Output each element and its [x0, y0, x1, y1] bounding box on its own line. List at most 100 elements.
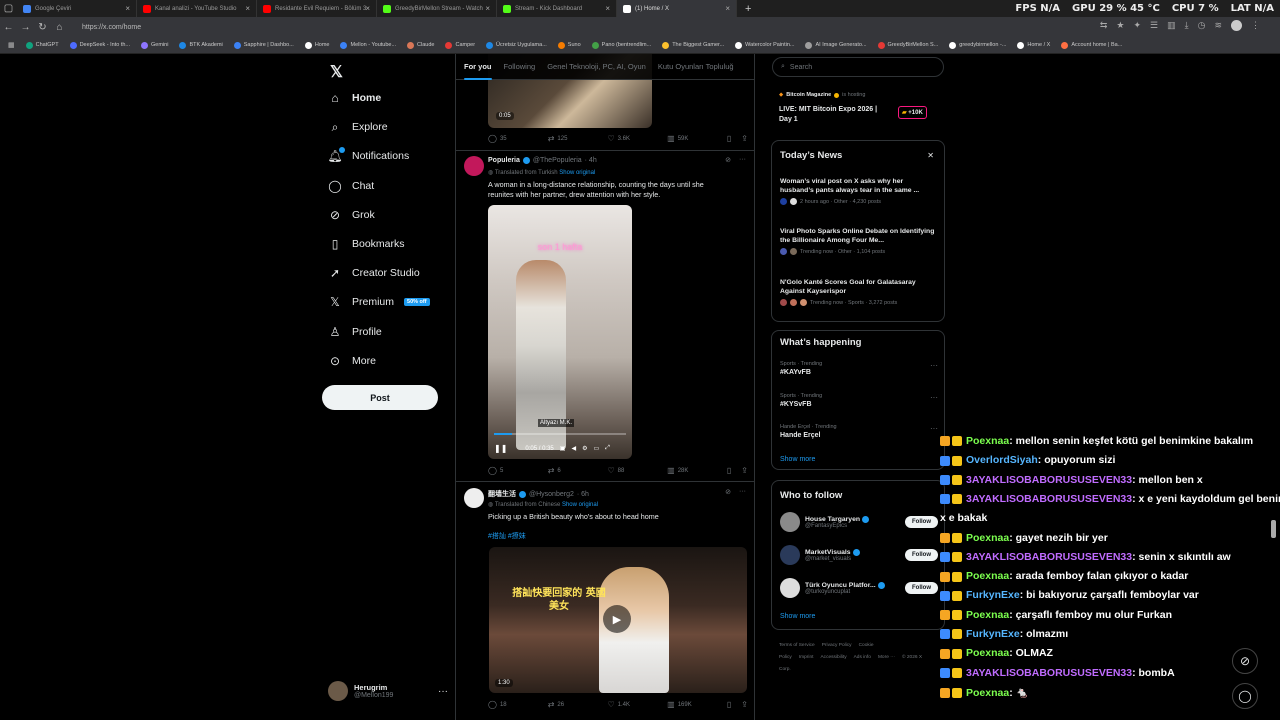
apps-icon[interactable]: ▦: [8, 41, 15, 49]
browser-tab[interactable]: Kanal analizi - YouTube Studio ×: [137, 0, 257, 17]
nav-item-explore[interactable]: ⌕ Explore: [328, 120, 388, 134]
repost-button[interactable]: ⇄ 6: [548, 466, 608, 475]
bookmark-item[interactable]: Ücretsiz Uygulama...: [486, 41, 547, 49]
bookmark-item[interactable]: Claude: [407, 41, 434, 49]
live-space-card[interactable]: ◆ Bitcoin Magazine is hosting LIVE: MIT …: [771, 86, 945, 132]
chat-username[interactable]: Poexnaa: [966, 570, 1009, 582]
more-icon[interactable]: ···: [930, 393, 938, 402]
news-item[interactable]: Woman’s viral post on X asks why her hus…: [780, 177, 938, 205]
post-button[interactable]: Post: [322, 385, 438, 410]
nav-item-premium[interactable]: 𝕏 Premium 50% off: [328, 295, 430, 309]
chat-username[interactable]: 3AYAKLISOBABORUSUSEVEN33: [966, 551, 1132, 563]
trend-item[interactable]: Sports · Trending #KYSvFB ···: [780, 393, 938, 408]
chat-username[interactable]: 3AYAKLISOBABORUSUSEVEN33: [966, 493, 1132, 505]
close-icon[interactable]: ✕: [927, 151, 934, 160]
author-handle[interactable]: @Hysonberg2: [529, 491, 574, 498]
grok-icon[interactable]: ⊘: [725, 156, 731, 164]
pause-icon[interactable]: ❚❚: [494, 444, 507, 453]
chat-username[interactable]: Poexnaa: [966, 687, 1009, 699]
bookmark-item[interactable]: Account home | Ba...: [1061, 41, 1122, 49]
views-button[interactable]: ▥ 59K: [667, 134, 727, 143]
chat-username[interactable]: 3AYAKLISOBABORUSUSEVEN33: [966, 474, 1132, 486]
bookmark-item[interactable]: Sapphire | Dashbo...: [233, 41, 294, 49]
nav-item-home[interactable]: ⌂ Home: [328, 91, 381, 105]
chat-username[interactable]: Poexnaa: [966, 647, 1009, 659]
back-icon[interactable]: ←: [0, 22, 17, 33]
browser-tab[interactable]: Google Çeviri ×: [17, 0, 137, 17]
feed-tab[interactable]: Genel Teknoloji, PC, AI, Oyun: [547, 62, 646, 71]
live-listener-count[interactable]: ▰ +10K: [898, 106, 927, 119]
repost-button[interactable]: ⇄ 26: [548, 700, 608, 709]
like-button[interactable]: ♡ 1.4K: [607, 700, 667, 709]
wifi-icon[interactable]: ≋: [1214, 20, 1222, 31]
captions-icon[interactable]: ▣: [560, 445, 566, 452]
bookmark-item[interactable]: The Biggest Gamer...: [662, 41, 724, 49]
share-icon[interactable]: ⇪: [741, 466, 748, 475]
volume-icon[interactable]: ◀: [571, 445, 576, 452]
nav-item-creator-studio[interactable]: ➚ Creator Studio: [328, 266, 420, 280]
chat-username[interactable]: Poexnaa: [966, 609, 1009, 621]
sidebar-icon[interactable]: ▥: [1167, 20, 1176, 31]
footer-link[interactable]: Privacy Policy: [822, 643, 852, 648]
video-progress[interactable]: [494, 433, 626, 435]
settings-icon[interactable]: ⚙: [582, 445, 587, 452]
footer-link[interactable]: Terms of Service: [779, 643, 815, 648]
follow-button[interactable]: Follow: [905, 582, 938, 594]
follow-button[interactable]: Follow: [905, 549, 938, 561]
feed-tab[interactable]: Following: [504, 62, 536, 71]
chat-username[interactable]: OverlordSiyah: [966, 454, 1038, 466]
tweet-video[interactable]: son 1 hafta Altyazı M.K. ❚❚ 0:05 / 0:35 …: [488, 205, 632, 459]
history-icon[interactable]: ◷: [1198, 20, 1206, 31]
reply-button[interactable]: ◯ 35: [488, 134, 548, 143]
chat-username[interactable]: 3AYAKLISOBABORUSUSEVEN33: [966, 667, 1132, 679]
follow-suggestion[interactable]: Türk Oyuncu Platfor... @turkoyuncuplat Fol…: [780, 576, 938, 600]
bookmark-item[interactable]: DeepSeek - Into th...: [69, 41, 130, 49]
more-icon[interactable]: ···: [930, 361, 938, 370]
bookmark-item[interactable]: BTK Akademi: [179, 41, 223, 49]
tab-overview-icon[interactable]: ▢: [0, 3, 17, 14]
feed-tab[interactable]: For you: [464, 62, 492, 80]
tweet-video[interactable]: 搭訕快要回家的 英國美女 ▶ 1:30: [489, 547, 747, 693]
nav-item-chat[interactable]: ◯ Chat: [328, 179, 374, 193]
close-tab-icon[interactable]: ×: [125, 4, 130, 13]
fullscreen-icon[interactable]: ⤢: [605, 445, 610, 452]
bookmark-item[interactable]: Camper: [445, 41, 475, 49]
nav-item-bookmarks[interactable]: ▯ Bookmarks: [328, 237, 405, 251]
close-tab-icon[interactable]: ×: [365, 4, 370, 13]
extensions-icon[interactable]: ✦: [1133, 20, 1141, 31]
author-name[interactable]: Populeria: [488, 157, 520, 164]
post-time[interactable]: · 6h: [577, 491, 589, 498]
show-more-link[interactable]: Show more: [780, 613, 815, 620]
browser-tab[interactable]: Stream - Kick Dashboard ×: [497, 0, 617, 17]
feed-tab[interactable]: Kutu Oyunları Topluluğ: [658, 62, 734, 71]
footer-link[interactable]: More ···: [878, 655, 895, 660]
show-original-link[interactable]: Show original: [559, 170, 595, 176]
browser-tab[interactable]: GreedyBirMellon Stream - Watch ×: [377, 0, 497, 17]
bookmark-item[interactable]: Watercolor Paintin...: [735, 41, 794, 49]
hashtags[interactable]: #搭訕 #撩妹: [488, 531, 526, 541]
grok-icon[interactable]: ⊘: [725, 488, 731, 496]
close-tab-icon[interactable]: ×: [725, 4, 730, 13]
repost-button[interactable]: ⇄ 125: [548, 134, 608, 143]
show-original-link[interactable]: Show original: [562, 502, 598, 508]
chat-username[interactable]: FurkynExe: [966, 589, 1020, 601]
bookmark-item[interactable]: Gemini: [141, 41, 168, 49]
bookmark-item[interactable]: greedybirmellon -...: [949, 41, 1006, 49]
translate-icon[interactable]: ⇆: [1100, 20, 1108, 31]
download-icon[interactable]: ⤓: [1185, 20, 1189, 31]
reply-button[interactable]: ◯ 5: [488, 466, 548, 475]
share-icon[interactable]: ⇪: [741, 700, 748, 709]
close-tab-icon[interactable]: ×: [245, 4, 250, 13]
profile-avatar[interactable]: [1231, 20, 1242, 31]
bookmark-item[interactable]: AI Image Generato...: [805, 41, 867, 49]
views-button[interactable]: ▥ 28K: [667, 466, 727, 475]
reload-icon[interactable]: ↻: [34, 22, 51, 33]
more-icon[interactable]: ···: [739, 156, 746, 164]
more-icon[interactable]: ···: [930, 424, 938, 433]
chat-username[interactable]: Poexnaa: [966, 532, 1009, 544]
browser-tab[interactable]: (1) Home / X ×: [617, 0, 737, 17]
search-input[interactable]: ⌕ Search: [772, 57, 944, 77]
bookmark-item[interactable]: Home / X: [1017, 41, 1050, 49]
footer-link[interactable]: Imprint: [799, 655, 814, 660]
author-name[interactable]: 翻墙生活: [488, 489, 516, 499]
